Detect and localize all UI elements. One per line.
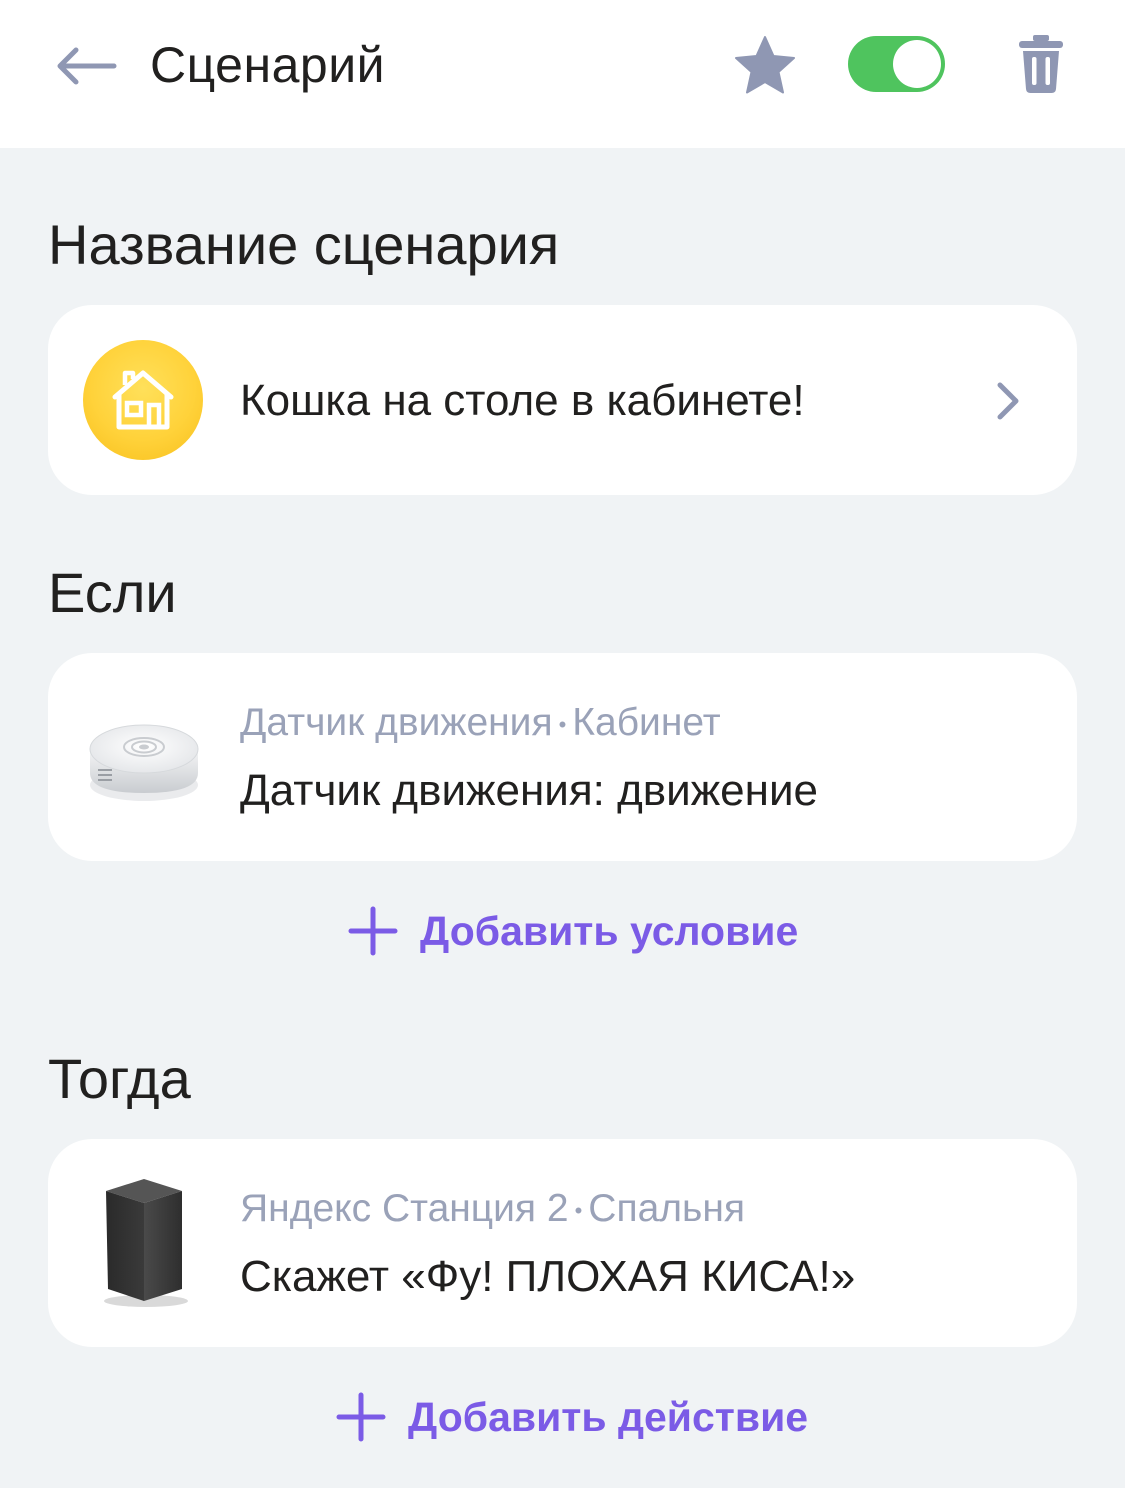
section-title-if: Если: [48, 561, 177, 624]
back-button[interactable]: [46, 34, 126, 98]
meta-separator: •: [558, 711, 567, 737]
add-condition-label: Добавить условие: [420, 907, 799, 954]
section-title-then: Тогда: [48, 1047, 191, 1110]
action-card[interactable]: Яндекс Станция 2 • Спальня Скажет «Фу! ПЛО…: [48, 1139, 1077, 1347]
condition-room-name: Кабинет: [572, 701, 721, 744]
favorite-button[interactable]: [728, 30, 802, 100]
action-description: Скажет «Фу! ПЛОХАЯ КИСА!»: [240, 1252, 856, 1301]
scenario-icon: [83, 340, 203, 460]
top-bar: Сценарий: [0, 0, 1125, 148]
smart-speaker-image: [104, 1179, 188, 1307]
arrow-left-icon: [57, 47, 117, 85]
action-room-name: Спальня: [588, 1187, 745, 1230]
delete-button[interactable]: [1006, 26, 1076, 102]
house-icon: [112, 370, 174, 430]
condition-card[interactable]: Датчик движения • Кабинет Датчик движения:…: [48, 653, 1077, 861]
action-device-name: Яндекс Станция 2: [240, 1187, 569, 1230]
star-icon: [735, 36, 795, 94]
page-title: Сценарий: [150, 37, 386, 93]
trash-icon: [1019, 35, 1063, 93]
plus-icon: [348, 906, 398, 956]
scenario-name-text: Кошка на столе в кабинете!: [240, 376, 805, 425]
chevron-right-icon: [997, 382, 1019, 420]
motion-sensor-image: [89, 724, 199, 801]
add-condition-button[interactable]: Добавить условие: [348, 906, 798, 956]
action-device-meta: Яндекс Станция 2 • Спальня: [240, 1185, 745, 1235]
meta-separator: •: [574, 1197, 583, 1223]
toggle-knob: [893, 40, 941, 88]
scenario-name-card[interactable]: Кошка на столе в кабинете!: [48, 305, 1077, 495]
condition-device-name: Датчик движения: [240, 701, 553, 744]
condition-device-meta: Датчик движения • Кабинет: [240, 699, 721, 749]
add-action-button[interactable]: Добавить действие: [336, 1392, 808, 1442]
add-action-label: Добавить действие: [408, 1393, 809, 1440]
section-title-name: Название сценария: [48, 213, 560, 276]
condition-description: Датчик движения: движение: [240, 766, 818, 815]
plus-icon: [336, 1392, 386, 1442]
scenario-enabled-toggle[interactable]: [848, 36, 945, 92]
